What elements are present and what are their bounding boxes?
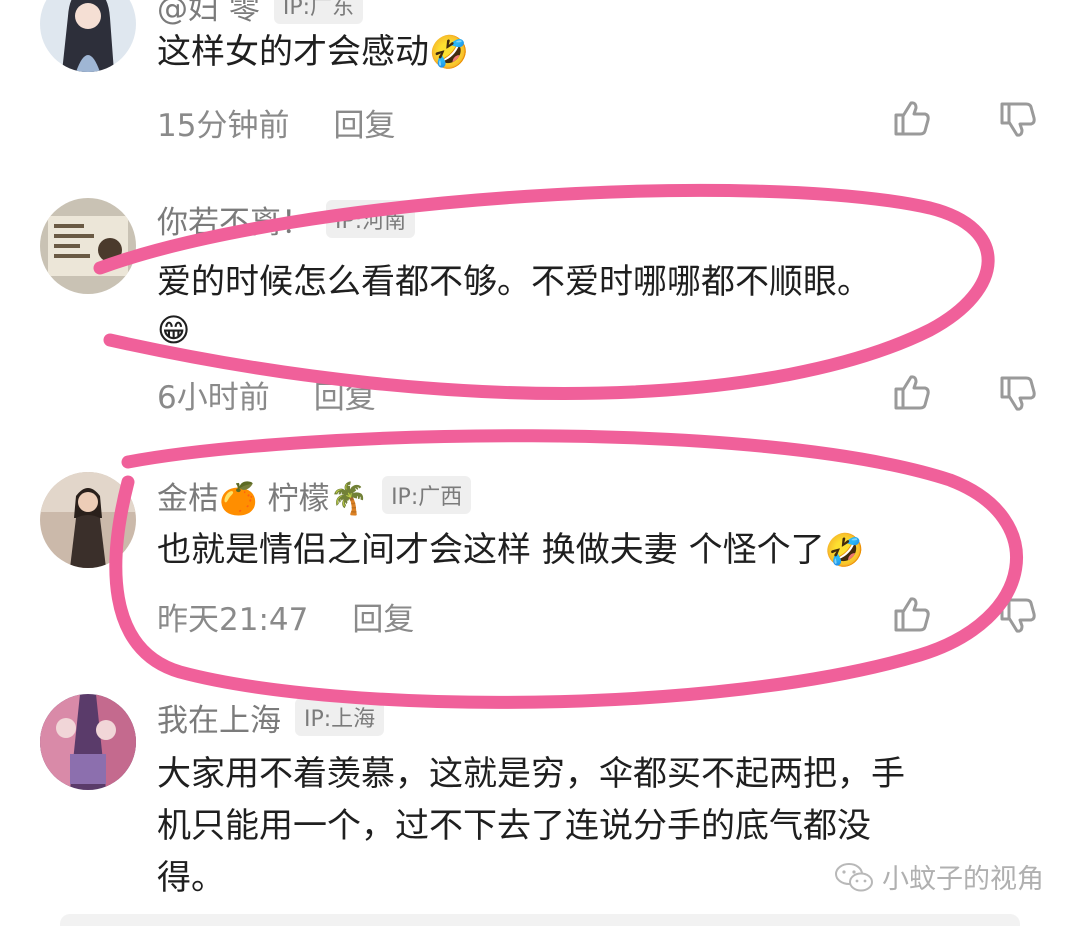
comment-header: 金桔🍊 柠檬🌴 IP:广西 — [157, 472, 472, 518]
thumbs-up-icon[interactable] — [892, 594, 932, 634]
rofl-emoji-icon: 🤣 — [824, 531, 865, 569]
username[interactable]: @妇 零 — [157, 0, 260, 28]
username[interactable]: 金桔🍊 柠檬🌴 — [157, 473, 368, 518]
grin-emoji-icon: 😁 — [157, 311, 191, 349]
comment-text: 也就是情侣之间才会这样 换做夫妻 个怪个了🤣 — [157, 524, 864, 576]
comment-meta: 6小时前 回复 — [157, 372, 376, 417]
comment-meta: 15分钟前 回复 — [157, 100, 395, 145]
comment-text: 这样女的才会感动🤣 — [157, 26, 469, 78]
comment-text-line-2: 😁 — [157, 304, 190, 356]
comment-body: 爱的时候怎么看都不够。不爱时哪哪都不顺眼。 — [157, 262, 871, 302]
reply-button[interactable]: 回复 — [333, 108, 395, 144]
comment-meta: 昨天21:47 回复 — [157, 594, 414, 639]
bottom-input-bar[interactable] — [60, 914, 1020, 926]
comment-text-line-2: 机只能用一个，过不下去了连说分手的底气都没 — [157, 806, 871, 846]
comment-text: 爱的时候怎么看都不够。不爱时哪哪都不顺眼。 — [157, 256, 871, 308]
comment-text-line-3: 得。 — [157, 858, 225, 898]
thumbs-down-icon[interactable] — [998, 596, 1038, 636]
username[interactable]: 我在上海 — [157, 695, 281, 740]
avatar[interactable] — [40, 198, 136, 294]
rofl-emoji-icon: 🤣 — [429, 33, 469, 71]
username[interactable]: 你若不离！ — [157, 197, 312, 242]
thumbs-down-icon[interactable] — [998, 374, 1038, 414]
wechat-icon — [835, 862, 873, 891]
timestamp: 15分钟前 — [157, 108, 290, 144]
reply-button[interactable]: 回复 — [314, 380, 376, 416]
ip-badge: IP:广西 — [382, 476, 472, 514]
comment-header: @妇 零 IP:广东 — [157, 0, 364, 28]
ip-badge: IP:上海 — [295, 698, 385, 736]
timestamp: 6小时前 — [157, 380, 270, 416]
comment-body: 这样女的才会感动 — [157, 32, 429, 72]
comment-header: 我在上海 IP:上海 — [157, 694, 385, 740]
comment-text-line-1: 大家用不着羡慕，这就是穷，伞都买不起两把，手 — [157, 754, 905, 794]
avatar[interactable] — [40, 0, 136, 72]
thumbs-up-icon[interactable] — [892, 98, 932, 138]
ip-badge: IP:河南 — [326, 200, 416, 238]
comment-body: 也就是情侣之间才会这样 换做夫妻 个怪个了 — [157, 530, 825, 570]
timestamp: 昨天21:47 — [157, 602, 309, 638]
avatar[interactable] — [40, 694, 136, 790]
avatar[interactable] — [40, 472, 136, 568]
thumbs-up-icon[interactable] — [892, 372, 932, 412]
watermark: 小蚊子的视角 — [834, 857, 1044, 896]
comment-header: 你若不离！ IP:河南 — [157, 196, 416, 242]
reply-button[interactable]: 回复 — [352, 602, 414, 638]
watermark-text: 小蚊子的视角 — [882, 864, 1044, 895]
ip-badge: IP:广东 — [273, 0, 364, 24]
thumbs-down-icon[interactable] — [998, 100, 1038, 140]
